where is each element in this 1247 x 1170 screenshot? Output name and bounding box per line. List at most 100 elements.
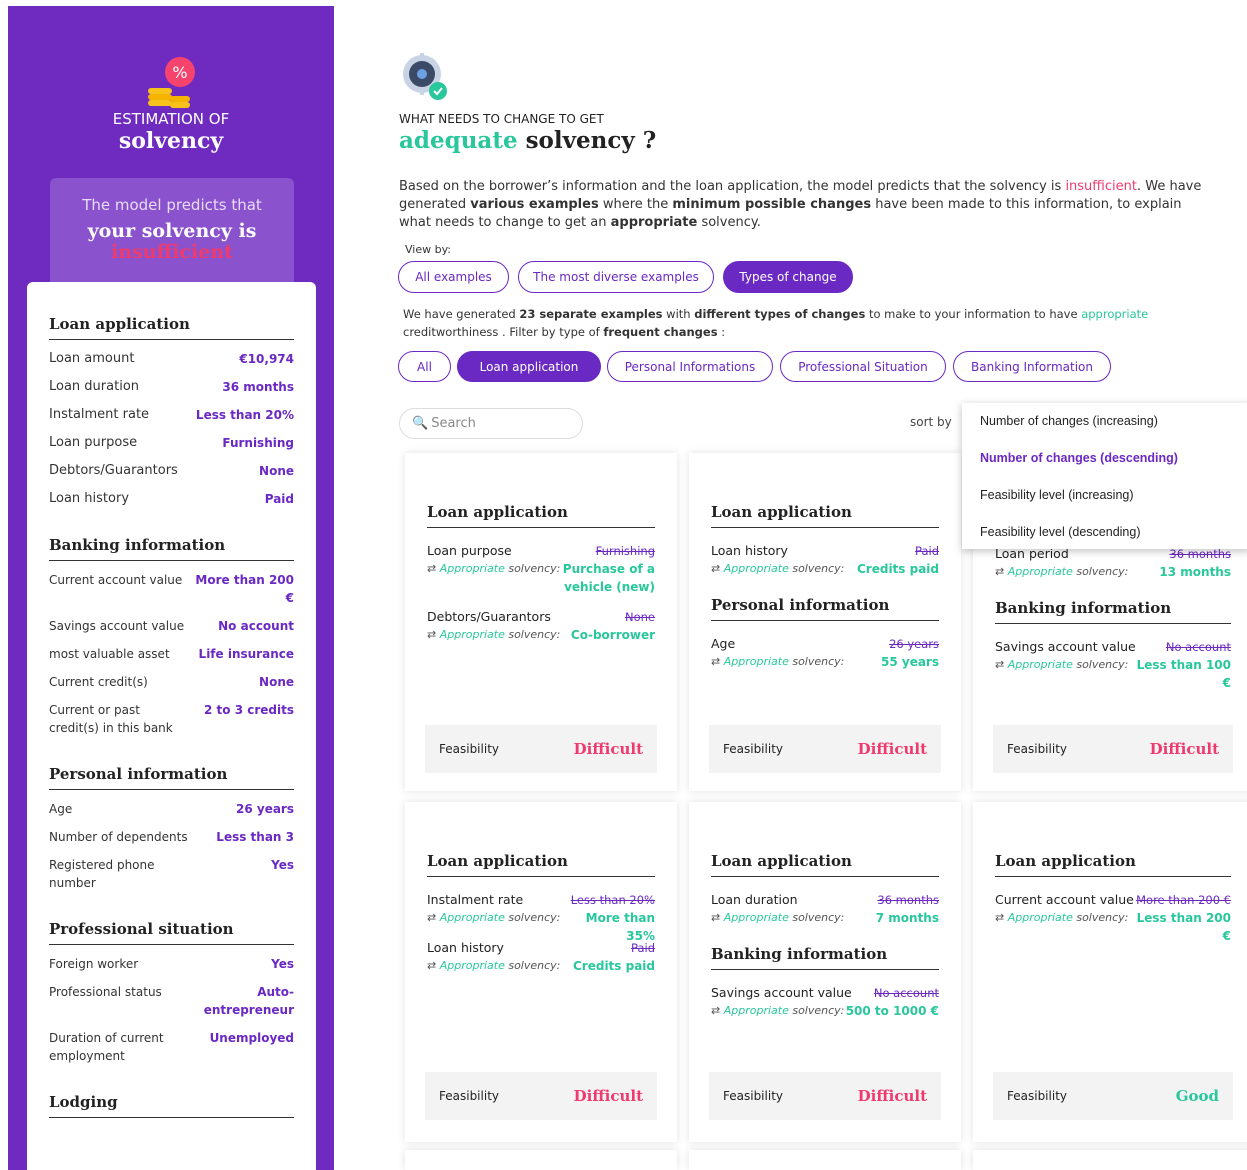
- shuffle-icon: ⇄: [427, 562, 437, 575]
- card-section-title: Banking information: [711, 945, 939, 970]
- new-value: 7 months: [875, 911, 939, 925]
- summary-key: Professional status: [49, 985, 162, 999]
- desc-insufficient: insufficient: [1065, 179, 1137, 194]
- feasibility-bar: Feasibility Difficult: [993, 725, 1233, 773]
- summary-value: Yes: [271, 957, 294, 971]
- card-section-title: Loan application: [995, 852, 1231, 877]
- example-card[interactable]: Loan application Loan purpose Furnishing ⇄ …: [405, 453, 677, 791]
- filter-banking-information[interactable]: Banking Information: [953, 351, 1111, 382]
- summary-row: Debtors/Guarantors None: [49, 462, 294, 480]
- search-input[interactable]: 🔍 Search: [399, 408, 583, 439]
- summary-key: Current credit(s): [49, 675, 148, 689]
- shuffle-icon: ⇄: [995, 911, 1005, 924]
- tab-most-diverse[interactable]: The most diverse examples: [518, 261, 714, 293]
- desc-bold: minimum possible changes: [672, 197, 872, 212]
- sort-option[interactable]: Feasibility level (increasing): [962, 477, 1247, 514]
- solvency-word: solvency:: [504, 628, 561, 641]
- solvency-word: solvency:: [504, 959, 561, 972]
- summary-key: most valuable asset: [49, 647, 170, 661]
- filter-professional-situation[interactable]: Professional Situation: [780, 351, 946, 382]
- estimation-label: ESTIMATION OF: [112, 110, 230, 128]
- summary-value: Less than 20%: [195, 408, 294, 422]
- appropriate-label: ⇄ Appropriate solvency:: [711, 909, 844, 927]
- example-card[interactable]: Loan application Loan duration 36 months ⇄ …: [689, 802, 961, 1142]
- old-value: No account: [1165, 640, 1231, 654]
- gear-check-icon: [403, 53, 447, 100]
- attribute-name: Instalment rate: [427, 892, 524, 907]
- sort-option[interactable]: Number of changes (increasing): [962, 403, 1247, 440]
- summary-section-title: Loan application: [49, 315, 294, 340]
- example-card[interactable]: [973, 1150, 1247, 1170]
- filter-all[interactable]: All: [398, 351, 451, 382]
- feasibility-bar: Feasibility Difficult: [709, 725, 941, 773]
- desc-bold: appropriate: [610, 215, 698, 230]
- filter-loan-application[interactable]: Loan application: [457, 351, 601, 382]
- gen-bold: frequent changes: [603, 325, 718, 339]
- summary-section-title: Lodging: [49, 1093, 294, 1118]
- appropriate-word: Appropriate: [723, 655, 789, 668]
- old-value: No account: [873, 986, 939, 1000]
- appropriate-word: Appropriate: [1007, 658, 1073, 671]
- feasibility-value: Difficult: [573, 1087, 643, 1105]
- appropriate-word: Appropriate: [723, 562, 789, 575]
- summary-row: Loan duration 36 months: [49, 378, 294, 396]
- change-item: Loan purpose Furnishing ⇄ Appropriate solv…: [427, 542, 655, 596]
- feasibility-value: Difficult: [857, 740, 927, 758]
- summary-row: Savings account value No account: [49, 617, 294, 635]
- summary-key: Current account value: [49, 573, 183, 587]
- feasibility-value: Difficult: [573, 740, 643, 758]
- coins-percent-icon: %: [148, 57, 195, 108]
- gen-text: We have generated: [403, 307, 520, 321]
- appropriate-word: Appropriate: [439, 562, 505, 575]
- summary-value: €10,974: [239, 352, 294, 366]
- desc-bold: various examples: [470, 197, 599, 212]
- summary-section-title: Personal information: [49, 765, 294, 790]
- summary-row: Current credit(s) None: [49, 673, 294, 691]
- example-card[interactable]: [405, 1150, 677, 1170]
- summary-row: Instalment rate Less than 20%: [49, 406, 294, 424]
- summary-value: Furnishing: [222, 436, 294, 450]
- sidebar: % ESTIMATION OF solvency The model predi…: [8, 6, 334, 1170]
- shuffle-icon: ⇄: [711, 1004, 721, 1017]
- search-icon: 🔍: [412, 416, 429, 431]
- feasibility-bar: Feasibility Difficult: [425, 725, 657, 773]
- feasibility-bar: Feasibility Difficult: [425, 1072, 657, 1120]
- appropriate-word: Appropriate: [439, 628, 505, 641]
- appropriate-label: ⇄ Appropriate solvency:: [427, 957, 560, 975]
- filter-personal-informations[interactable]: Personal Informations: [607, 351, 773, 382]
- appropriate-label: ⇄ Appropriate solvency:: [427, 560, 560, 596]
- solvency-word: solvency:: [788, 562, 845, 575]
- feasibility-value: Difficult: [857, 1087, 927, 1105]
- solvency-word: solvency:: [504, 562, 561, 575]
- summary-row: most valuable asset Life insurance: [49, 645, 294, 663]
- example-card[interactable]: [689, 1150, 961, 1170]
- tab-all-examples[interactable]: All examples: [398, 261, 509, 293]
- sort-option-selected[interactable]: Number of changes (descending): [962, 440, 1247, 477]
- search-placeholder: Search: [431, 416, 476, 431]
- solvency-word: solvency:: [1072, 911, 1129, 924]
- old-value: 36 months: [877, 893, 939, 907]
- example-card[interactable]: Loan application Current account value Mor…: [973, 802, 1247, 1142]
- summary-value: None: [259, 464, 294, 478]
- feasibility-bar: Feasibility Difficult: [709, 1072, 941, 1120]
- attribute-name: Savings account value: [711, 985, 852, 1000]
- example-card[interactable]: Loan application Instalment rate Less than…: [405, 802, 677, 1142]
- attribute-name: Current account value: [995, 892, 1134, 907]
- old-value: Furnishing: [595, 544, 655, 558]
- example-card[interactable]: Loan application Loan history Paid ⇄ Approp…: [689, 453, 961, 791]
- appropriate-label: ⇄ Appropriate solvency:: [427, 626, 560, 644]
- sort-dropdown[interactable]: Number of changes (increasing) Number of…: [962, 403, 1247, 549]
- summary-value: 2 to 3 credits: [204, 703, 294, 717]
- summary-key: Instalment rate: [49, 407, 150, 422]
- summary-value: Less than 3: [216, 830, 294, 844]
- shuffle-icon: ⇄: [711, 911, 721, 924]
- tab-types-of-change[interactable]: Types of change: [723, 261, 853, 293]
- change-item: Instalment rate Less than 20% ⇄ Appropriat…: [427, 891, 655, 945]
- change-item: Debtors/Guarantors None ⇄ Appropriate solv…: [427, 608, 655, 644]
- shuffle-icon: ⇄: [995, 565, 1005, 578]
- sort-option[interactable]: Feasibility level (descending): [962, 514, 1247, 551]
- attribute-name: Debtors/Guarantors: [427, 609, 551, 624]
- new-value: Credits paid: [856, 562, 939, 576]
- attribute-name: Loan history: [427, 940, 504, 955]
- summary-row: Loan history Paid: [49, 490, 294, 508]
